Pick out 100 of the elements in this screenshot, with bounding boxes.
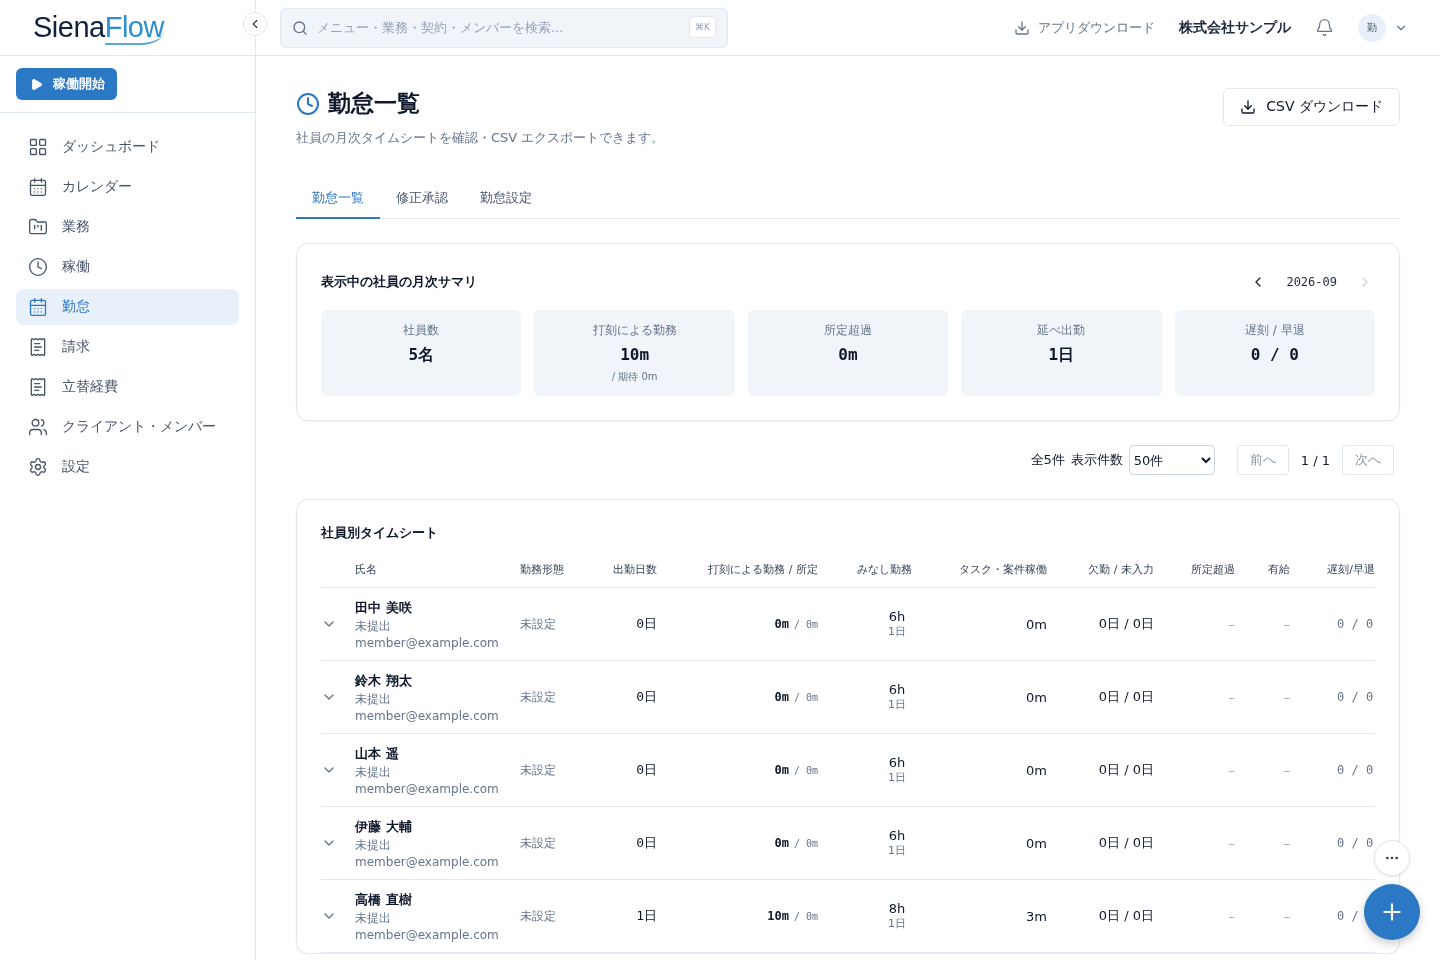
grid-icon (28, 137, 48, 157)
user-avatar[interactable]: 勤 (1358, 13, 1386, 42)
table-cell-text: 6h (887, 682, 907, 697)
table-cell: 0m (774, 617, 789, 631)
table-cell-text: 0日 / 0日 (1097, 907, 1154, 925)
column-header: 打刻による勤務 / 所定 (707, 562, 818, 577)
column-header: 遅刻/早退 (1326, 562, 1375, 577)
folder-icon (28, 217, 48, 237)
stat-label: 遅刻 / 早退 (1244, 322, 1305, 339)
column-header: 所定超過 (1190, 562, 1235, 577)
stat-value: 0 / 0 (1250, 345, 1299, 364)
employee-name: 伊藤 大輔 (355, 817, 413, 836)
start-button[interactable]: 稼働開始 (16, 68, 117, 100)
column-header: みなし勤務 (856, 562, 912, 577)
stat-label: 社員数 (403, 322, 440, 339)
table-cell-text: 0 / 0 (1336, 690, 1375, 704)
table-cell-text: 未設定 (520, 834, 557, 852)
table-cell-text: 1日 (887, 624, 907, 639)
table-cell-text: 未設定 (520, 907, 557, 925)
table-cell-text: 3m (1025, 908, 1047, 924)
column-header: 出勤日数 (612, 562, 657, 577)
table-cell-text: 0日 / 0日 (1097, 761, 1154, 779)
employee-email: member@example.com (355, 635, 500, 650)
submission-status: 未提出 (355, 690, 392, 708)
table-cell-text: 1日 (887, 916, 907, 931)
table-cell-text: 1日 (887, 770, 907, 785)
sidebar-item[interactable]: 設定 (16, 449, 239, 485)
sidebar-item[interactable]: 請求 (16, 329, 239, 365)
sidebar-item[interactable]: 稼働 (16, 249, 239, 285)
month-label: 2026-09 (1286, 275, 1337, 289)
notification-bell-icon[interactable] (1315, 18, 1334, 37)
table-cell: 0m (774, 836, 789, 850)
stat-value: 10m (620, 345, 650, 364)
clock-icon (296, 91, 320, 116)
table-cell: / 0m (793, 765, 818, 776)
app-download-link[interactable]: アプリダウンロード (1014, 18, 1155, 37)
logo: SienaFlow (33, 11, 164, 44)
calendar-icon (28, 177, 48, 197)
summary-title: 表示中の社員の月次サマリ (321, 273, 477, 291)
employee-email: member@example.com (355, 854, 500, 869)
tab[interactable]: 勤怠設定 (464, 179, 548, 219)
page-title: 勤怠一覧 (328, 89, 420, 118)
sidebar-item[interactable]: カレンダー (16, 169, 239, 205)
table-cell-text: 0日 (635, 615, 657, 633)
table-cell: 0m (774, 763, 789, 777)
table-cell-text: – (1282, 835, 1290, 851)
table-cell-text: – (1227, 616, 1235, 632)
employee-name: 田中 美咲 (355, 598, 413, 617)
table-cell: / 0m (793, 838, 818, 849)
shortcut-hint: ⌘K (689, 15, 716, 38)
table-cell: / 0m (793, 692, 818, 703)
play-icon (30, 77, 43, 91)
table-cell-text: – (1282, 616, 1290, 632)
sidebar-item[interactable]: クライアント・メンバー (16, 409, 239, 445)
sidebar-item[interactable]: 勤怠 (16, 289, 239, 325)
csv-download-button[interactable]: CSV ダウンロード (1223, 88, 1400, 126)
table-cell-text: – (1227, 835, 1235, 851)
table-cell: / 0m (793, 911, 818, 922)
employee-name: 山本 遥 (355, 744, 400, 763)
total-count: 全5件 (1030, 451, 1065, 469)
company-name: 株式会社サンプル (1179, 18, 1291, 37)
stat-value: 1日 (1048, 345, 1075, 366)
table-cell-text: 0 / 0 (1336, 617, 1375, 631)
tab[interactable]: 修正承認 (380, 179, 464, 219)
table-cell-text: 8h (887, 901, 907, 916)
sidebar-item[interactable]: 立替経費 (16, 369, 239, 405)
receipt-icon (28, 377, 48, 397)
table-cell-text: 1日 (887, 697, 907, 712)
search-icon (292, 19, 308, 36)
add-button[interactable] (1364, 884, 1420, 940)
table-cell: / 0m (793, 619, 818, 630)
users-icon (28, 417, 48, 437)
sidebar-item[interactable]: 業務 (16, 209, 239, 245)
page-indicator: 1 / 1 (1300, 452, 1330, 468)
table-cell-text: 6h (887, 755, 907, 770)
column-header: 欠勤 / 未入力 (1087, 562, 1154, 577)
tab[interactable]: 勤怠一覧 (296, 179, 380, 219)
column-header: タスク・案件稼働 (958, 562, 1047, 577)
table-cell-text: 0日 (635, 688, 657, 706)
table-title: 社員別タイムシート (321, 524, 439, 542)
sidebar-item[interactable]: ダッシュボード (16, 129, 239, 165)
settings-icon (28, 457, 48, 477)
stat-label: 打刻による勤務 (592, 322, 677, 339)
collapse-button[interactable] (243, 12, 267, 36)
submission-status: 未提出 (355, 617, 392, 635)
per-page-select[interactable]: 50件 (1128, 445, 1215, 475)
table-cell-text: 6h (887, 828, 907, 843)
table-cell-text: 0日 / 0日 (1097, 615, 1154, 633)
column-header: 勤務形態 (520, 562, 565, 577)
employee-email: member@example.com (355, 708, 500, 723)
table-cell: 0m (774, 690, 789, 704)
table-cell-text: – (1227, 908, 1235, 924)
table-cell-text: 0日 (635, 834, 657, 852)
table-cell-text: 6h (887, 609, 907, 624)
stat-note: / 期待 0m (611, 370, 658, 384)
calendar-icon (28, 297, 48, 317)
employee-email: member@example.com (355, 781, 500, 796)
more-options-button[interactable] (1374, 840, 1410, 876)
table-cell-text: 未設定 (520, 615, 557, 633)
table-cell-text: 1日 (635, 907, 657, 925)
